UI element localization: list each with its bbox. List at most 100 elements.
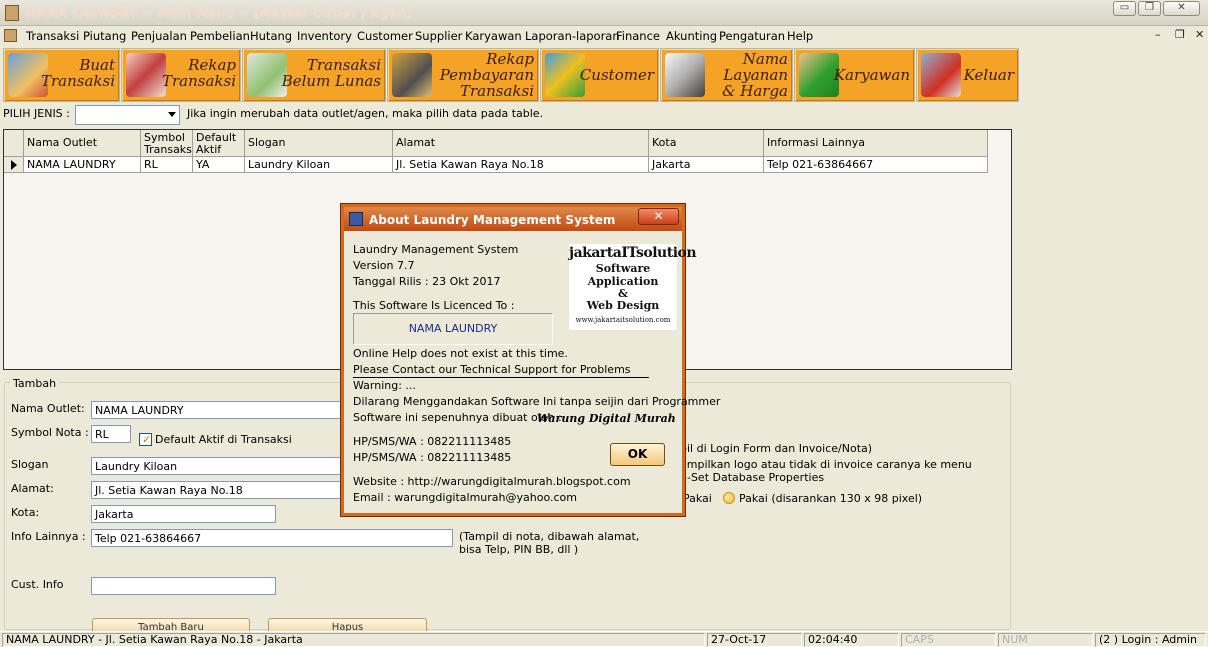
menu-customer[interactable]: Customer <box>357 29 413 43</box>
menu-help[interactable]: Help <box>787 29 813 43</box>
menu-laporan[interactable]: Laporan-laporan <box>525 29 620 43</box>
kota-input[interactable]: Jakarta <box>91 505 276 523</box>
dialog-licence-name: NAMA LAUNDRY <box>408 322 498 335</box>
rekap-pembayaran-button[interactable]: Rekap Pembayaran Transaksi <box>387 48 539 102</box>
row-header-corner <box>4 130 24 157</box>
karyawan-button[interactable]: Karyawan <box>794 48 915 102</box>
dialog-release-date: Tanggal Rilis : 23 Okt 2017 <box>353 275 501 288</box>
pilih-jenis-label: PILIH JENIS : <box>3 107 70 120</box>
table-cell[interactable]: Telp 021-63864667 <box>764 157 988 173</box>
mdi-minimize-button[interactable]: – <box>1155 28 1161 41</box>
status-login: (2 ) Login : Admin <box>1095 633 1206 647</box>
chevron-down-icon[interactable] <box>168 112 176 117</box>
mdi-child-icon[interactable] <box>4 29 17 42</box>
menu-inventory[interactable]: Inventory <box>297 29 352 43</box>
transaksi-belum-lunas-button[interactable]: Transaksi Belum Lunas <box>242 48 386 102</box>
default-aktif-checkbox[interactable]: ✓ <box>139 433 152 446</box>
table-cell[interactable]: Jl. Setia Kawan Raya No.18 <box>393 157 649 173</box>
dialog-title: About Laundry Management System <box>369 213 616 227</box>
transaksi-belum-lunas-label: Transaksi Belum Lunas <box>281 56 381 90</box>
status-bar: NAMA LAUNDRY - Jl. Setia Kawan Raya No.1… <box>0 631 1208 647</box>
menu-hutang[interactable]: Hutang <box>250 29 292 43</box>
table-cell[interactable]: YA <box>193 157 245 173</box>
menu-bar: Transaksi Piutang Penjualan Pembelian Hu… <box>0 26 1208 46</box>
buat-transaksi-label: Buat Transaksi <box>40 56 115 90</box>
column-header-default-aktif[interactable]: Default Aktif <box>193 130 245 157</box>
default-aktif-label: Default Aktif di Transaksi <box>155 433 292 446</box>
table-cell[interactable]: RL <box>141 157 193 173</box>
info-lainnya-input[interactable]: Telp 021-63864667 <box>91 529 453 547</box>
dialog-made-by-label: Software ini sepenuhnya dibuat oleh : <box>353 411 562 424</box>
dialog-close-button[interactable]: ✕ <box>638 208 679 225</box>
tambah-baru-button[interactable]: Tambah Baru <box>92 618 250 632</box>
table-cell[interactable]: Jakarta <box>649 157 764 173</box>
dialog-version: Version 7.7 <box>353 259 415 272</box>
logo-line-3: & <box>618 287 628 300</box>
menu-finance[interactable]: Finance <box>616 29 660 43</box>
info-lainnya-label: Info Lainnya : <box>11 530 86 543</box>
mdi-restore-button[interactable]: ❐ <box>1175 28 1185 41</box>
keluar-button[interactable]: Keluar <box>916 48 1019 102</box>
table-cell[interactable]: NAMA LAUNDRY <box>24 157 141 173</box>
menu-piutang[interactable]: Piutang <box>83 29 126 43</box>
symbol-nota-input[interactable]: RL <box>91 425 131 443</box>
nama-outlet-input[interactable]: NAMA LAUNDRY <box>91 401 341 419</box>
menu-supplier[interactable]: Supplier <box>415 29 462 43</box>
rekap-transaksi-button[interactable]: Rekap Transaksi <box>121 48 241 102</box>
status-caps: CAPS <box>901 633 996 647</box>
company-logo: jakartaITsolution Software Application &… <box>569 244 697 330</box>
nama-layanan-button[interactable]: Nama Layanan & Harga <box>660 48 793 102</box>
mdi-close-button[interactable]: ✕ <box>1195 28 1204 41</box>
customer-label: Customer <box>579 66 654 84</box>
tshirt-icon <box>665 53 705 97</box>
menu-karyawan[interactable]: Karyawan <box>465 29 522 43</box>
column-header-slogan[interactable]: Slogan <box>245 130 393 157</box>
exit-icon <box>921 53 961 97</box>
menu-akunting[interactable]: Akunting <box>666 29 717 43</box>
menu-penjualan[interactable]: Penjualan <box>131 29 187 43</box>
menu-transaksi[interactable]: Transaksi <box>26 29 79 43</box>
column-header-symbol[interactable]: Symbol Transaksi <box>141 130 193 157</box>
row-selector[interactable] <box>4 157 24 173</box>
minimize-button[interactable]: ▭ <box>1113 1 1136 16</box>
hapus-button[interactable]: Hapus <box>268 618 427 632</box>
slogan-input[interactable]: Laundry Kiloan <box>91 457 341 475</box>
logo-line-2: Software Application <box>587 262 659 288</box>
menu-pembelian[interactable]: Pembelian <box>190 29 250 43</box>
buat-transaksi-button[interactable]: Buat Transaksi <box>3 48 120 102</box>
customer-button[interactable]: Customer <box>540 48 659 102</box>
logo-line-4: Web Design <box>586 299 660 312</box>
table-cell[interactable]: Laundry Kiloan <box>245 157 393 173</box>
radio-pakai-disarankan-label[interactable]: Pakai (disarankan 130 x 98 pixel) <box>739 492 922 505</box>
dialog-title-bar[interactable]: About Laundry Management System ✕ <box>344 207 682 231</box>
dialog-separator <box>353 377 649 378</box>
kota-label: Kota: <box>11 506 40 519</box>
alamat-input[interactable]: Jl. Setia Kawan Raya No.18 <box>91 481 341 499</box>
dialog-app-icon <box>349 212 363 226</box>
radio-pakai-disarankan[interactable] <box>723 492 735 504</box>
slogan-label: Slogan <box>11 458 49 471</box>
menu-pengaturan[interactable]: Pengaturan <box>719 29 785 43</box>
radio-pakai-label[interactable]: Pakai <box>683 492 712 505</box>
column-header-nama-outlet[interactable]: Nama Outlet <box>24 130 141 157</box>
column-header-kota[interactable]: Kota <box>649 130 764 157</box>
column-header-informasi[interactable]: Informasi Lainnya <box>764 130 988 157</box>
pilih-jenis-select[interactable] <box>75 105 180 125</box>
window-title-bar[interactable]: NAMA LAUNDRY -- Main Menu -- [Master Out… <box>0 0 1208 26</box>
window-title: NAMA LAUNDRY -- Main Menu -- [Master Out… <box>26 6 413 20</box>
close-button[interactable]: ✕ <box>1163 1 1200 16</box>
dialog-help-line-2: Please Contact our Technical Support for… <box>353 363 631 376</box>
logo-note-1: pil di Login Form dan Invoice/Nota) <box>680 442 873 455</box>
nama-layanan-label: Nama Layanan & Harga <box>722 50 788 100</box>
symbol-nota-label: Symbol Nota : <box>11 426 89 439</box>
status-date: 27-Oct-17 <box>707 633 802 647</box>
ok-button[interactable]: OK <box>610 443 665 466</box>
restore-button[interactable]: ❐ <box>1138 1 1161 16</box>
cust-info-label: Cust. Info <box>11 578 64 591</box>
status-num: NUM <box>998 633 1093 647</box>
dialog-warning-text: Dilarang Menggandakan Software Ini tanpa… <box>353 395 721 408</box>
rekap-transaksi-label: Rekap Transaksi <box>161 56 236 90</box>
cust-info-input[interactable] <box>91 577 276 595</box>
column-header-alamat[interactable]: Alamat <box>393 130 649 157</box>
about-dialog[interactable]: About Laundry Management System ✕ Laundr… <box>341 204 720 516</box>
